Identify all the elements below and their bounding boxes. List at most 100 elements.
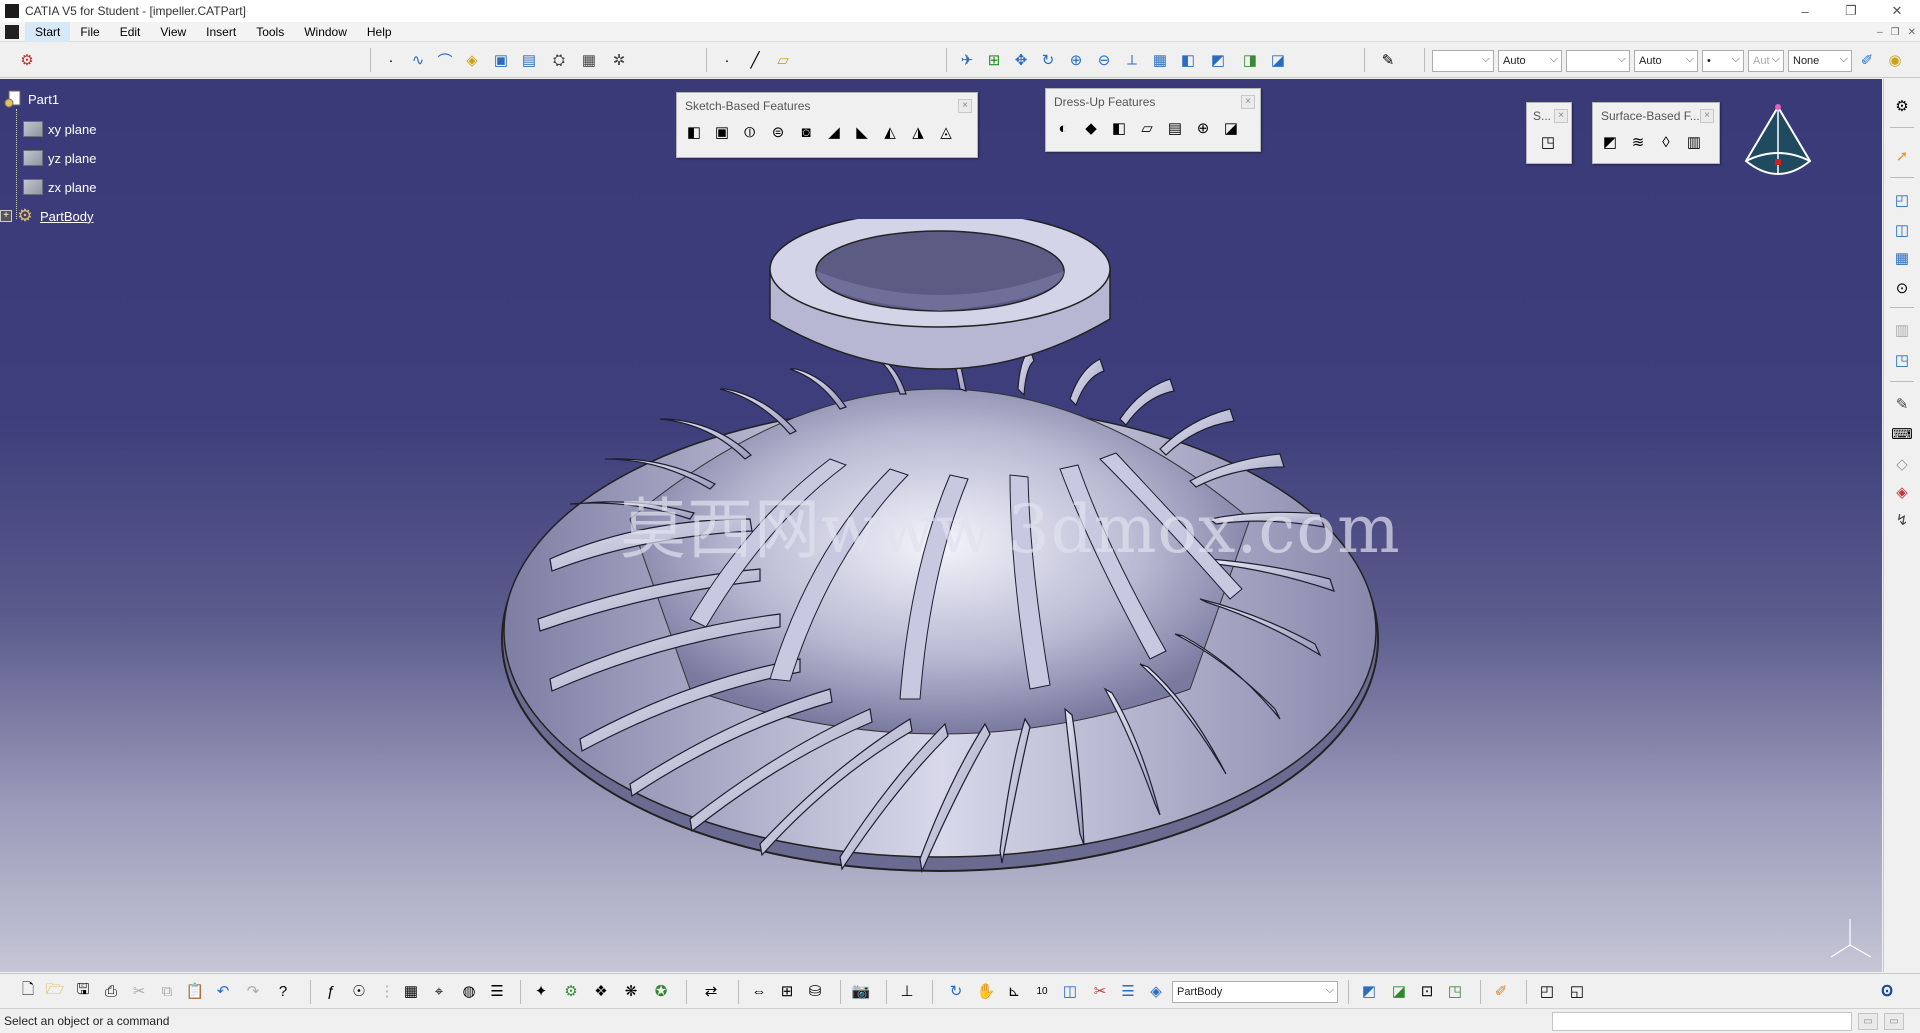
- rib-icon[interactable]: ◢: [823, 121, 845, 143]
- body-icon[interactable]: ◈: [1145, 980, 1167, 1002]
- formula-icon[interactable]: ƒ: [320, 980, 342, 1002]
- part-design-workbench-icon[interactable]: ⚙: [16, 49, 38, 71]
- tree-node-zx-plane[interactable]: zx plane: [22, 177, 96, 197]
- menu-start[interactable]: Start: [25, 21, 71, 42]
- toolbar-title[interactable]: Sketch-Based Features ×: [677, 93, 977, 119]
- pad-icon[interactable]: ◧: [683, 121, 705, 143]
- transform-icon[interactable]: ⊙: [1891, 277, 1913, 299]
- minimize-button[interactable]: –: [1782, 0, 1828, 22]
- thread-icon[interactable]: ⊕: [1192, 117, 1214, 139]
- capture-icon[interactable]: ✪: [650, 980, 672, 1002]
- arc-icon[interactable]: ⌒: [434, 49, 456, 71]
- revolve-surface-icon[interactable]: ▤: [518, 49, 540, 71]
- extrude-surface-icon[interactable]: ▣: [490, 49, 512, 71]
- fold-icon[interactable]: ◰: [1536, 980, 1558, 1002]
- hole-icon[interactable]: ◙: [795, 121, 817, 143]
- rotate-icon[interactable]: ↻: [1037, 49, 1059, 71]
- hybrid-icon[interactable]: ◪: [1388, 980, 1410, 1002]
- camera-icon[interactable]: 📷: [850, 980, 872, 1002]
- select-icon[interactable]: ➚: [1891, 145, 1913, 167]
- thick-surface-icon[interactable]: ≋: [1627, 131, 1649, 153]
- close-surface-icon[interactable]: ◊: [1655, 131, 1677, 153]
- scissors-icon[interactable]: ✂: [1089, 980, 1111, 1002]
- close-icon[interactable]: ×: [1700, 109, 1714, 123]
- draft-icon[interactable]: ◧: [1108, 117, 1130, 139]
- ruler-icon[interactable]: ⊥: [896, 980, 918, 1002]
- close-icon[interactable]: ×: [1241, 95, 1255, 109]
- transparency-combo[interactable]: Aut: [1748, 49, 1784, 72]
- snap-icon[interactable]: ⇔: [748, 980, 770, 1002]
- save-icon[interactable]: 🖫: [72, 980, 94, 1002]
- grid-icon[interactable]: ▦: [578, 49, 600, 71]
- axis-icon[interactable]: ⊾: [1003, 980, 1025, 1002]
- format-painter-icon[interactable]: ✐: [1856, 49, 1878, 71]
- print-icon[interactable]: ⎙: [100, 980, 122, 1002]
- graphic-properties-icon[interactable]: ◉: [1884, 49, 1906, 71]
- doc-close-button[interactable]: ✕: [1908, 27, 1916, 38]
- doc-restore-button[interactable]: ❐: [1891, 27, 1900, 38]
- line-icon[interactable]: ╱: [744, 49, 766, 71]
- measure-icon[interactable]: ◳: [1891, 349, 1913, 371]
- table-icon[interactable]: ▦: [400, 980, 422, 1002]
- shape-icon[interactable]: ◩: [1358, 980, 1380, 1002]
- fly-mode-icon[interactable]: ✈: [956, 49, 978, 71]
- removed-multi-section-icon[interactable]: ◮: [907, 121, 929, 143]
- fit-all-icon[interactable]: ⊞: [983, 49, 1005, 71]
- paste-icon[interactable]: 📋: [184, 980, 206, 1002]
- groove-icon[interactable]: ⊜: [767, 121, 789, 143]
- menu-insert[interactable]: Insert: [196, 22, 246, 42]
- command-input[interactable]: [1552, 1012, 1852, 1031]
- apply-material-icon[interactable]: ◈: [1891, 481, 1913, 503]
- scan-icon[interactable]: ❋: [620, 980, 642, 1002]
- toolbar-title[interactable]: Dress-Up Features ×: [1046, 89, 1260, 115]
- refresh-icon[interactable]: ↻: [945, 980, 967, 1002]
- undo-icon[interactable]: ↶: [212, 980, 234, 1002]
- update-icon[interactable]: ↯: [1891, 509, 1913, 531]
- measure-between-icon[interactable]: ⚙: [560, 980, 582, 1002]
- boolean-icon[interactable]: ◳: [1537, 131, 1559, 153]
- text-icon[interactable]: ⌨: [1891, 423, 1913, 445]
- hide-show-icon[interactable]: ◨: [1239, 49, 1261, 71]
- catalog-icon[interactable]: ◍: [458, 980, 480, 1002]
- layers-icon[interactable]: ◳: [1444, 980, 1466, 1002]
- menu-file[interactable]: File: [70, 22, 109, 42]
- menu-tools[interactable]: Tools: [246, 22, 294, 42]
- bottle-icon[interactable]: ⛁: [804, 980, 826, 1002]
- settings-gear-icon[interactable]: ⚙: [1891, 95, 1913, 117]
- layout-icon[interactable]: ⊞: [776, 980, 798, 1002]
- slot-icon[interactable]: ◣: [851, 121, 873, 143]
- chamfer-icon[interactable]: ◆: [1080, 117, 1102, 139]
- rect-pattern-icon[interactable]: ▦: [1891, 247, 1913, 269]
- redo-icon[interactable]: ↷: [242, 980, 264, 1002]
- zoom-in-icon[interactable]: ⊕: [1065, 49, 1087, 71]
- tree-node-part1[interactable]: Part1: [2, 89, 59, 109]
- pattern-icon[interactable]: ◫: [1891, 219, 1913, 241]
- menu-help[interactable]: Help: [357, 22, 402, 42]
- tree-node-partbody[interactable]: + ⚙ PartBody: [0, 206, 93, 226]
- repetition-icon[interactable]: ✲: [608, 49, 630, 71]
- thickness-icon[interactable]: ▤: [1164, 117, 1186, 139]
- render-style-combo[interactable]: None: [1788, 49, 1852, 72]
- sketcher-icon[interactable]: ◰: [1891, 189, 1913, 211]
- status-button-2[interactable]: ▭: [1884, 1013, 1904, 1030]
- compass-icon[interactable]: [1740, 101, 1816, 191]
- annotation-icon[interactable]: ✎: [1891, 393, 1913, 415]
- line-thickness-combo[interactable]: [1432, 49, 1494, 72]
- menu-edit[interactable]: Edit: [110, 22, 151, 42]
- close-icon[interactable]: ×: [958, 99, 972, 113]
- color-combo[interactable]: Auto: [1498, 49, 1562, 72]
- stiffener-icon[interactable]: ◬: [935, 121, 957, 143]
- constraint-icon[interactable]: ◇: [1891, 453, 1913, 475]
- binary-icon[interactable]: 10: [1031, 980, 1053, 1002]
- swap-icon[interactable]: ⇄: [700, 980, 722, 1002]
- remove-face-icon[interactable]: ◪: [1220, 117, 1242, 139]
- line-type-combo[interactable]: [1566, 49, 1630, 72]
- pan-icon[interactable]: ✥: [1010, 49, 1032, 71]
- stack-icon[interactable]: ☰: [1117, 980, 1139, 1002]
- hand-icon[interactable]: ✋: [975, 980, 997, 1002]
- image-icon[interactable]: ⊡: [1416, 980, 1438, 1002]
- restore-button[interactable]: ❐: [1828, 0, 1874, 22]
- swap-space-icon[interactable]: ◪: [1267, 49, 1289, 71]
- normal-view-icon[interactable]: ⟂: [1121, 49, 1143, 71]
- shading-icon[interactable]: ◩: [1207, 49, 1229, 71]
